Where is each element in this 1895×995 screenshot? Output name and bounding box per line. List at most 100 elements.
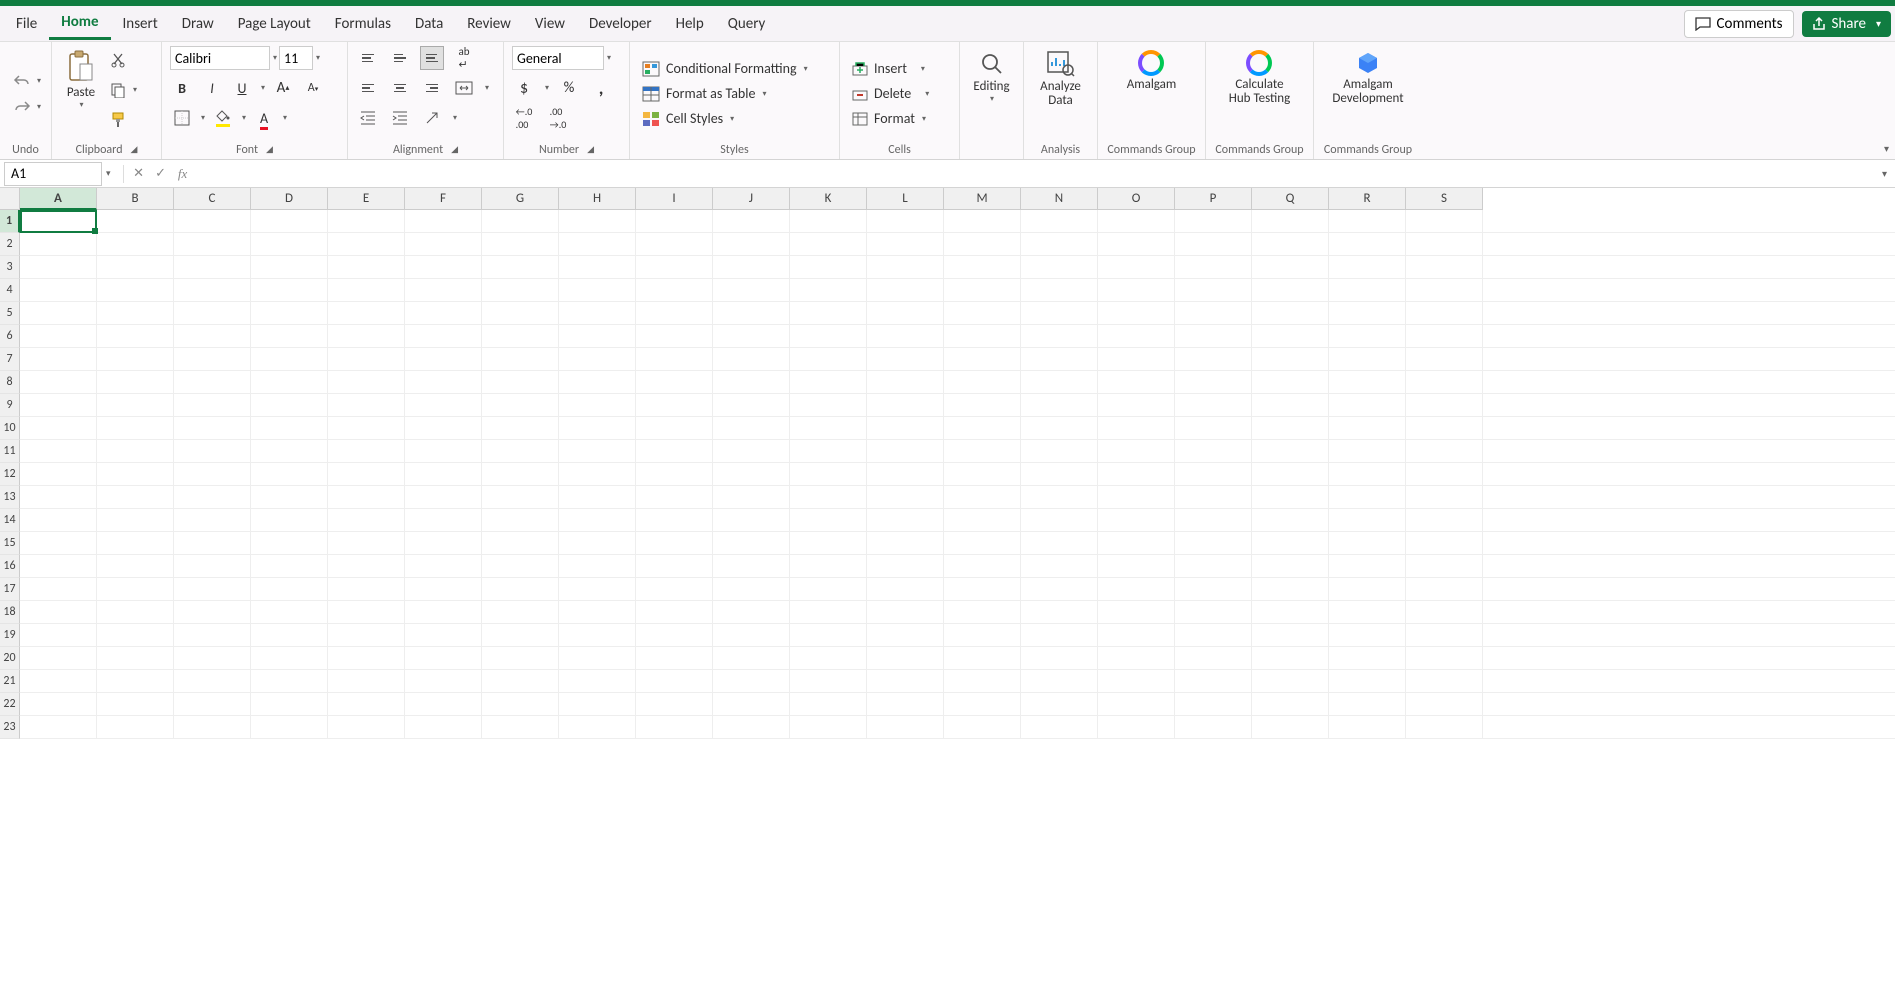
- cell[interactable]: [482, 578, 559, 600]
- orientation-button[interactable]: [420, 106, 444, 130]
- cell[interactable]: [713, 210, 790, 232]
- cell[interactable]: [251, 256, 328, 278]
- cell[interactable]: [174, 417, 251, 439]
- cell[interactable]: [174, 532, 251, 554]
- cell[interactable]: [1021, 348, 1098, 370]
- name-box-dropdown[interactable]: ▾: [106, 168, 111, 179]
- cell[interactable]: [251, 325, 328, 347]
- cell[interactable]: [174, 670, 251, 692]
- comma-button[interactable]: ,: [589, 76, 613, 100]
- cell[interactable]: [713, 371, 790, 393]
- column-header[interactable]: F: [405, 188, 482, 210]
- font-color-dropdown[interactable]: ▾: [283, 113, 287, 123]
- cell[interactable]: [328, 624, 405, 646]
- cell[interactable]: [1329, 417, 1406, 439]
- column-header[interactable]: Q: [1252, 188, 1329, 210]
- cell[interactable]: [713, 601, 790, 623]
- cell[interactable]: [559, 371, 636, 393]
- italic-button[interactable]: I: [200, 76, 224, 100]
- cell[interactable]: [1021, 302, 1098, 324]
- cell[interactable]: [559, 279, 636, 301]
- cell[interactable]: [559, 624, 636, 646]
- cell[interactable]: [944, 256, 1021, 278]
- cell[interactable]: [1252, 417, 1329, 439]
- tab-review[interactable]: Review: [455, 9, 523, 39]
- cell[interactable]: [1175, 532, 1252, 554]
- cell[interactable]: [1406, 233, 1483, 255]
- cell[interactable]: [867, 302, 944, 324]
- cell[interactable]: [636, 716, 713, 738]
- cell[interactable]: [1098, 647, 1175, 669]
- cell[interactable]: [867, 279, 944, 301]
- cell[interactable]: [636, 394, 713, 416]
- cell[interactable]: [944, 716, 1021, 738]
- cell[interactable]: [944, 325, 1021, 347]
- column-header[interactable]: I: [636, 188, 713, 210]
- cell[interactable]: [328, 555, 405, 577]
- cell[interactable]: [1021, 647, 1098, 669]
- cell[interactable]: [636, 693, 713, 715]
- cell[interactable]: [636, 647, 713, 669]
- cell[interactable]: [174, 624, 251, 646]
- row-header[interactable]: 3: [0, 256, 20, 279]
- number-format-input[interactable]: [512, 46, 604, 70]
- cell[interactable]: [328, 532, 405, 554]
- cell[interactable]: [1329, 532, 1406, 554]
- name-box[interactable]: [4, 162, 102, 186]
- cell[interactable]: [251, 578, 328, 600]
- column-header[interactable]: K: [790, 188, 867, 210]
- tab-draw[interactable]: Draw: [170, 9, 226, 39]
- cell[interactable]: [867, 601, 944, 623]
- cell[interactable]: [251, 532, 328, 554]
- cell[interactable]: [1175, 348, 1252, 370]
- cell[interactable]: [1098, 578, 1175, 600]
- cell[interactable]: [559, 601, 636, 623]
- cell[interactable]: [1098, 670, 1175, 692]
- cell[interactable]: [20, 417, 97, 439]
- cell[interactable]: [867, 463, 944, 485]
- cell[interactable]: [1252, 463, 1329, 485]
- copy-dropdown[interactable]: ▾: [133, 85, 137, 95]
- cell[interactable]: [97, 647, 174, 669]
- cell[interactable]: [1329, 647, 1406, 669]
- cell[interactable]: [1021, 440, 1098, 462]
- cell[interactable]: [174, 348, 251, 370]
- cell[interactable]: [328, 440, 405, 462]
- cell[interactable]: [405, 279, 482, 301]
- tab-home[interactable]: Home: [49, 7, 110, 40]
- cell[interactable]: [559, 394, 636, 416]
- cell[interactable]: [1329, 302, 1406, 324]
- cell[interactable]: [713, 509, 790, 531]
- cell[interactable]: [1252, 302, 1329, 324]
- cell[interactable]: [405, 555, 482, 577]
- align-right-button[interactable]: [420, 76, 444, 100]
- cell[interactable]: [1252, 624, 1329, 646]
- cell[interactable]: [405, 578, 482, 600]
- cell[interactable]: [1175, 210, 1252, 232]
- cell[interactable]: [867, 693, 944, 715]
- cell[interactable]: [790, 348, 867, 370]
- underline-dropdown[interactable]: ▾: [261, 83, 265, 93]
- cell[interactable]: [867, 256, 944, 278]
- row-header[interactable]: 14: [0, 509, 20, 532]
- cell[interactable]: [867, 647, 944, 669]
- cell[interactable]: [1252, 325, 1329, 347]
- tab-developer[interactable]: Developer: [577, 9, 664, 39]
- cell[interactable]: [1098, 693, 1175, 715]
- cell[interactable]: [1098, 394, 1175, 416]
- cell[interactable]: [251, 371, 328, 393]
- cell[interactable]: [405, 371, 482, 393]
- cell[interactable]: [1175, 440, 1252, 462]
- cell[interactable]: [20, 670, 97, 692]
- cell[interactable]: [482, 233, 559, 255]
- cell[interactable]: [790, 509, 867, 531]
- cell[interactable]: [944, 647, 1021, 669]
- font-size-input[interactable]: [279, 46, 313, 70]
- row-header[interactable]: 12: [0, 463, 20, 486]
- cell[interactable]: [482, 325, 559, 347]
- cell[interactable]: [944, 394, 1021, 416]
- formula-input[interactable]: [194, 162, 1874, 186]
- cell[interactable]: [1021, 371, 1098, 393]
- cell[interactable]: [1098, 555, 1175, 577]
- cell[interactable]: [251, 716, 328, 738]
